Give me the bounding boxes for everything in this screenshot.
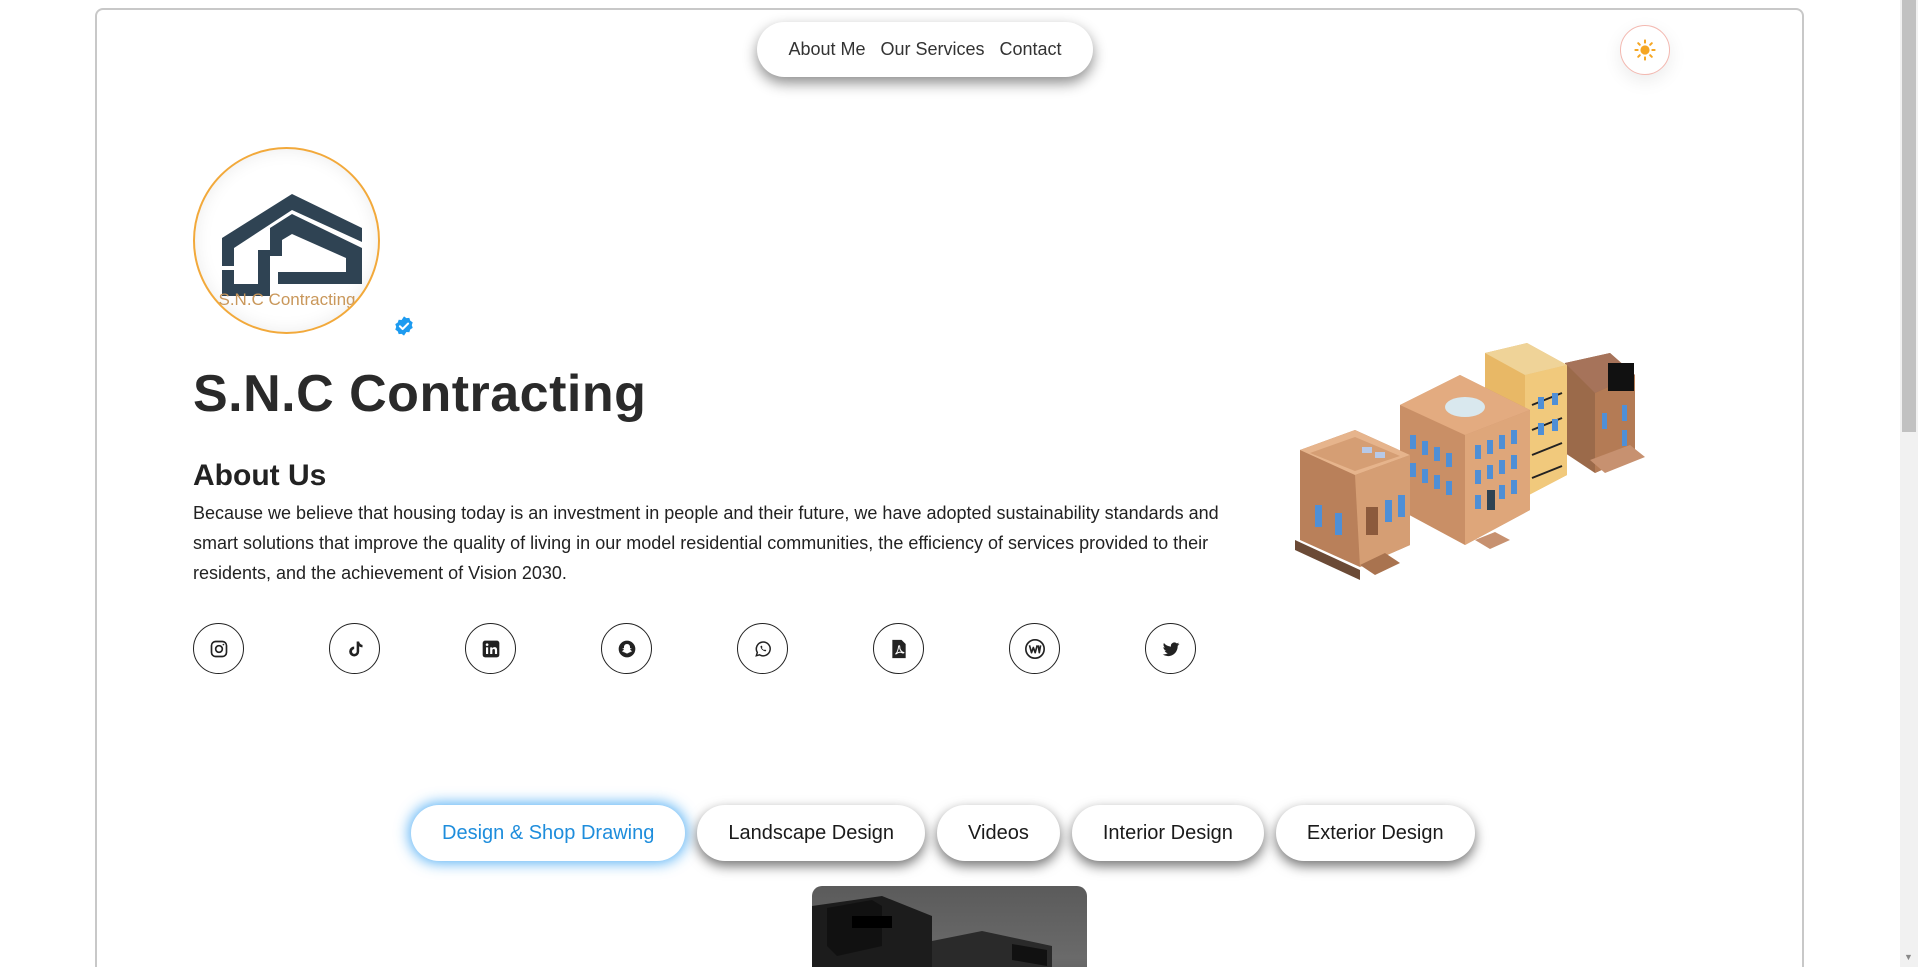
tab-exterior-design[interactable]: Exterior Design xyxy=(1275,805,1475,861)
wix-icon xyxy=(1024,638,1045,659)
pdf-icon xyxy=(891,639,906,658)
tiktok-link[interactable] xyxy=(329,623,380,674)
company-name: S.N.C Contracting xyxy=(193,365,647,423)
snapchat-icon xyxy=(618,640,635,657)
twitter-icon xyxy=(1162,641,1179,656)
tab-design-shop-drawing[interactable]: Design & Shop Drawing xyxy=(411,805,686,861)
portfolio-preview-image[interactable] xyxy=(812,886,1087,967)
tab-landscape-design[interactable]: Landscape Design xyxy=(697,805,926,861)
preview-render xyxy=(812,896,1052,967)
portfolio-tabs: Design & Shop Drawing Landscape Design V… xyxy=(411,805,1475,861)
twitter-link[interactable] xyxy=(1145,623,1196,674)
whatsapp-icon xyxy=(754,640,771,657)
company-logo: S.N.C Contracting xyxy=(218,193,362,309)
logo-text: S.N.C Contracting xyxy=(218,290,355,309)
instagram-icon xyxy=(210,640,227,657)
about-title: About Us xyxy=(193,459,327,492)
top-nav: About Me Our Services Contact xyxy=(757,22,1093,77)
pdf-link[interactable] xyxy=(873,623,924,674)
nav-our-services[interactable]: Our Services xyxy=(880,39,984,60)
buildings-illustration xyxy=(1295,343,1645,580)
about-text: Because we believe that housing today is… xyxy=(193,503,1219,583)
instagram-link[interactable] xyxy=(193,623,244,674)
theme-toggle-button[interactable] xyxy=(1620,25,1670,75)
scroll-down-arrow-icon[interactable]: ▼ xyxy=(1904,952,1913,962)
social-links xyxy=(193,623,1196,674)
company-logo-avatar: S.N.C Contracting xyxy=(193,147,380,334)
linkedin-icon xyxy=(482,640,499,657)
tab-interior-design[interactable]: Interior Design xyxy=(1071,805,1264,861)
tiktok-icon xyxy=(348,641,362,656)
tab-videos[interactable]: Videos xyxy=(937,805,1060,861)
snapchat-link[interactable] xyxy=(601,623,652,674)
wix-link[interactable] xyxy=(1009,623,1060,674)
nav-about-me[interactable]: About Me xyxy=(788,39,865,60)
linkedin-link[interactable] xyxy=(465,623,516,674)
scrollbar-thumb[interactable] xyxy=(1902,0,1916,432)
nav-contact[interactable]: Contact xyxy=(1000,39,1062,60)
sun-icon xyxy=(1634,39,1656,61)
verified-badge-icon xyxy=(395,316,413,336)
whatsapp-link[interactable] xyxy=(737,623,788,674)
